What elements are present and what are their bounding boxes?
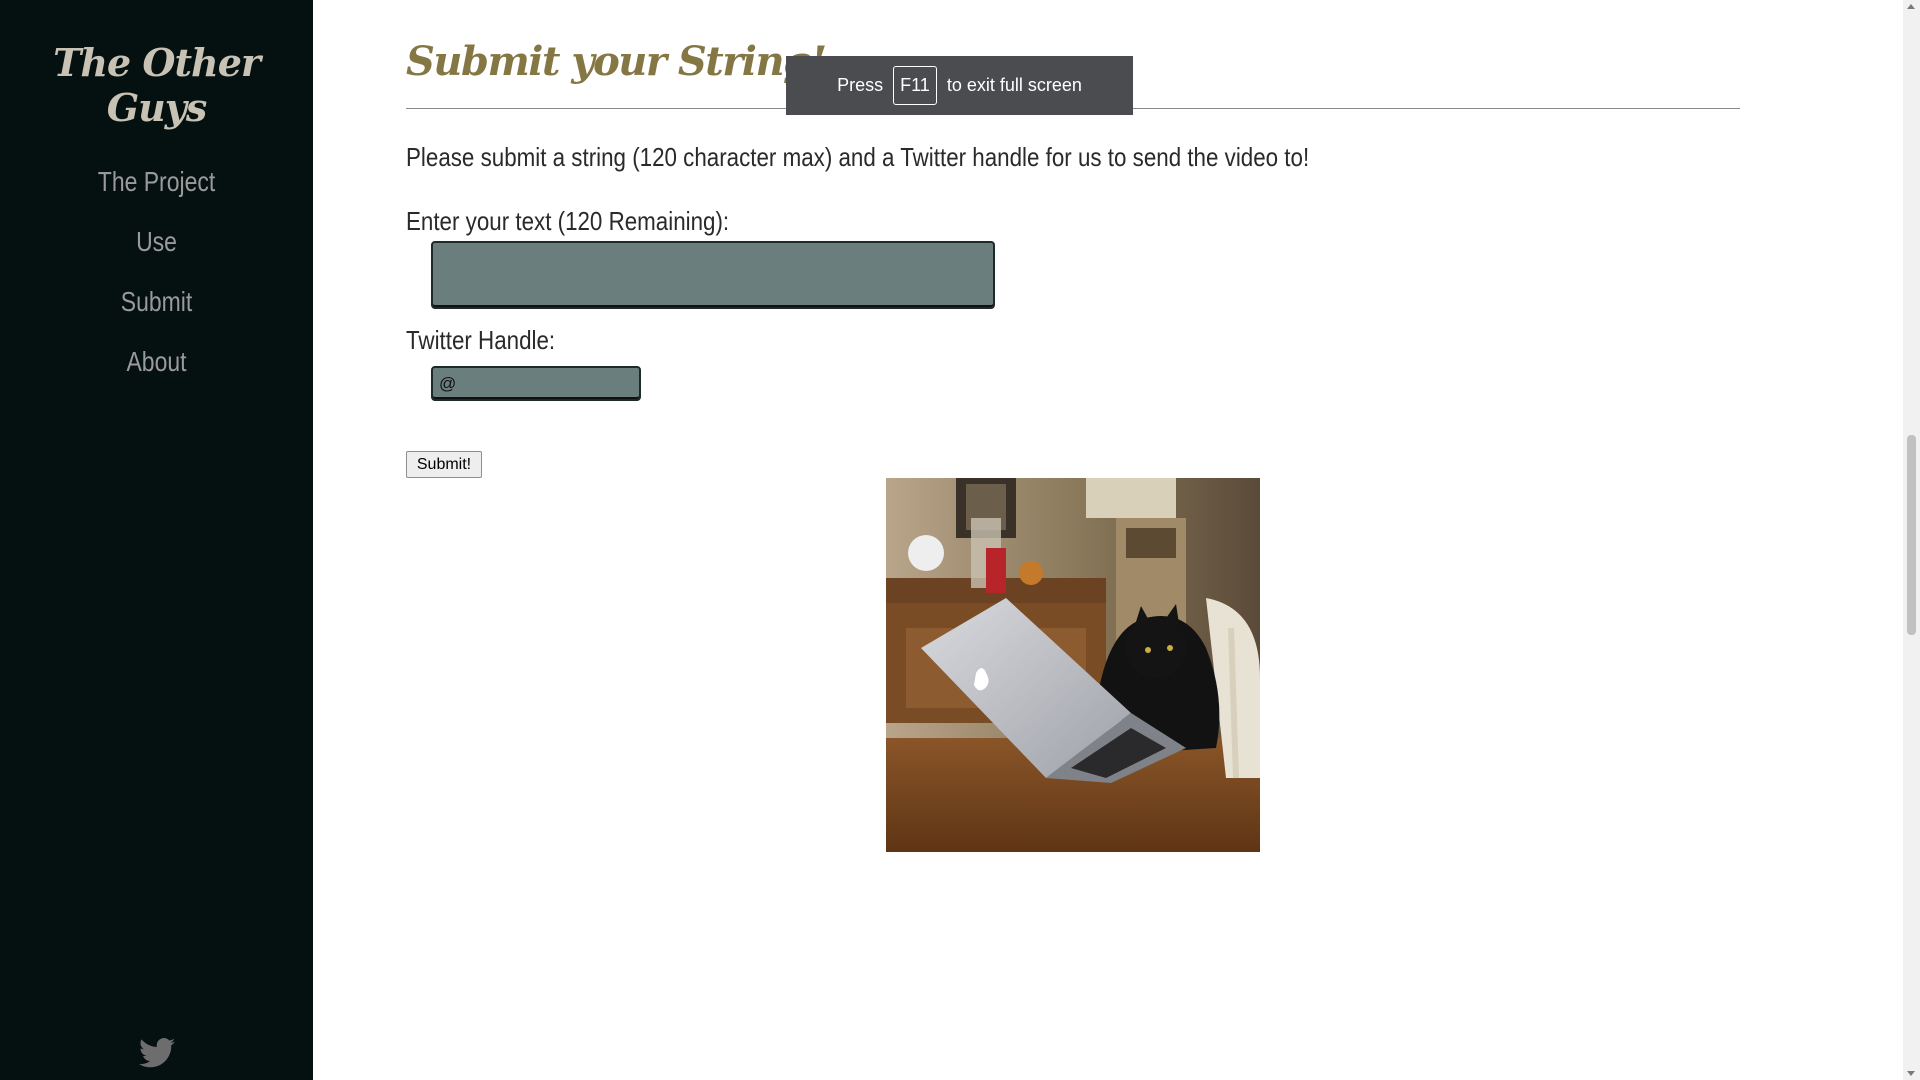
scrollbar-thumb[interactable] [1907,435,1916,635]
string-input[interactable] [431,241,995,309]
page-title: Submit your String! [406,38,827,85]
submit-button[interactable]: Submit! [406,451,482,478]
f11-key-badge: F11 [893,66,937,105]
sidebar: The Other Guys The Project Use Submit Ab… [0,0,313,1080]
twitter-handle-input[interactable] [431,366,641,401]
fullscreen-notice-before: Press [837,75,884,95]
nav-item-submit[interactable]: Submit [28,272,285,332]
scroll-up-arrow-icon[interactable] [1907,4,1915,9]
main-content: Submit your String! Please submit a stri… [406,0,1740,1080]
cat-typing-on-laptop-image [886,478,1260,852]
sidebar-nav: The Project Use Submit About [0,152,313,392]
scroll-down-arrow-icon[interactable] [1907,1071,1915,1076]
intro-text: Please submit a string (120 character ma… [406,142,1310,172]
vertical-scrollbar[interactable] [1903,0,1920,1080]
brand-logo[interactable]: The Other Guys [0,40,313,130]
nav-item-the-project[interactable]: The Project [28,152,285,212]
nav-item-use[interactable]: Use [28,212,285,272]
nav-item-about[interactable]: About [28,332,285,392]
text-field-label: Enter your text (120 Remaining): [406,206,730,236]
fullscreen-notice-after: to exit full screen [946,75,1082,95]
twitter-icon[interactable] [138,1038,176,1068]
fullscreen-notice: Press F11 to exit full screen [786,56,1133,115]
twitter-handle-label: Twitter Handle: [406,325,556,355]
